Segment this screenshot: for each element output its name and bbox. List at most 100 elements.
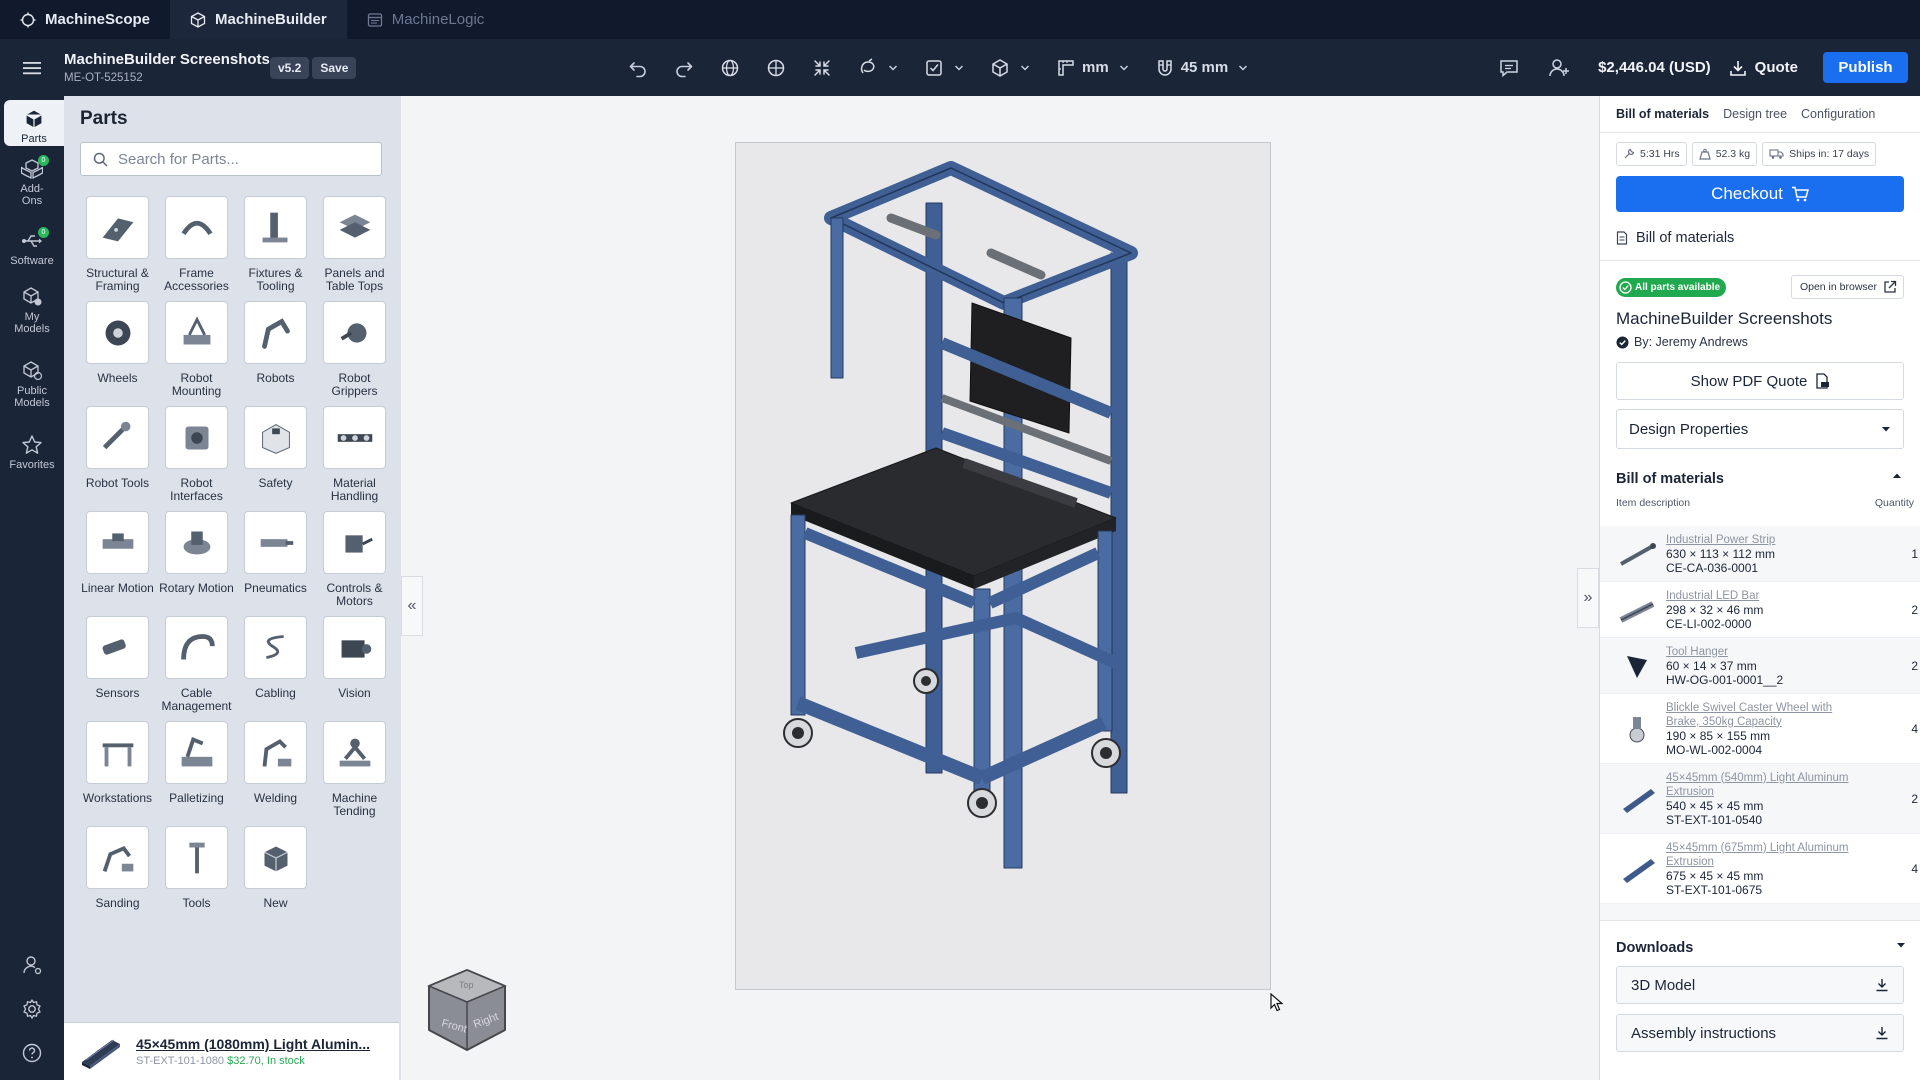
category-tile[interactable] <box>86 511 149 574</box>
category-linear-actuator[interactable]: Linear Motion <box>78 511 157 616</box>
category-frame-accessory[interactable]: Frame Accessories <box>157 196 236 301</box>
downloads-header[interactable]: Downloads <box>1600 921 1920 956</box>
measure-button[interactable] <box>858 39 898 96</box>
category-tile[interactable] <box>323 511 386 574</box>
category-rotary-table[interactable]: Rotary Motion <box>157 511 236 616</box>
3d-viewport[interactable]: « » Front Right Top <box>401 96 1599 1080</box>
category-new-box[interactable]: New <box>236 826 315 931</box>
bom-item-name[interactable]: 45×45mm (675mm) Light Aluminum Extrusion <box>1666 841 1866 869</box>
category-robot-interface[interactable]: Robot Interfaces <box>157 406 236 511</box>
comment-icon[interactable] <box>1498 57 1520 79</box>
category-robot-arm[interactable]: Robots <box>236 301 315 406</box>
view-cube-icon[interactable]: Front Right Top <box>423 966 511 1054</box>
category-tile[interactable] <box>323 196 386 259</box>
category-tile[interactable] <box>86 721 149 784</box>
tab-machinelogic[interactable]: MachineLogic <box>347 0 505 39</box>
category-cable-chain[interactable]: Cable Management <box>157 616 236 721</box>
rotate-view-button[interactable] <box>720 39 740 96</box>
bom-row[interactable]: Tool Hanger 60 × 14 × 37 mm HW-OG-001-0001… <box>1600 638 1920 694</box>
version-badge[interactable]: v5.2 <box>270 56 310 79</box>
category-tools[interactable]: Tools <box>157 826 236 931</box>
workstation-model-render[interactable] <box>736 143 1272 991</box>
category-tile[interactable] <box>244 721 307 784</box>
settings-button[interactable] <box>0 998 64 1020</box>
category-tile[interactable] <box>165 301 228 364</box>
category-tile[interactable] <box>86 301 149 364</box>
tab-machinescope[interactable]: MachineScope <box>0 0 170 39</box>
download-assembly-button[interactable]: Assembly instructions <box>1616 1014 1904 1052</box>
category-fixture[interactable]: Fixtures & Tooling <box>236 196 315 301</box>
category-machine-tending[interactable]: Machine Tending <box>315 721 394 826</box>
checkout-button[interactable]: Checkout <box>1616 176 1904 212</box>
category-tile[interactable] <box>86 406 149 469</box>
category-tile[interactable] <box>323 721 386 784</box>
download-3d-model-button[interactable]: 3D Model <box>1616 966 1904 1004</box>
open-in-browser-button[interactable]: Open in browser <box>1790 275 1904 299</box>
category-tile[interactable] <box>244 196 307 259</box>
category-pneumatic-cylinder[interactable]: Pneumatics <box>236 511 315 616</box>
menu-button[interactable] <box>0 39 64 96</box>
category-workbench[interactable]: Workstations <box>78 721 157 826</box>
category-tile[interactable] <box>244 826 307 889</box>
view-cube[interactable]: Front Right Top <box>423 966 511 1054</box>
view-mode-button[interactable] <box>990 39 1030 96</box>
undo-button[interactable] <box>628 39 648 96</box>
category-tile[interactable] <box>244 301 307 364</box>
category-robot-mount[interactable]: Robot Mounting <box>157 301 236 406</box>
tab-design-tree[interactable]: Design tree <box>1723 107 1787 132</box>
bom-item-name[interactable]: 45×45mm (540mm) Light Aluminum Extrusion <box>1666 771 1866 799</box>
rail-favorites[interactable]: Favorites <box>0 426 64 486</box>
redo-button[interactable] <box>674 39 694 96</box>
bom-row[interactable]: Industrial Power Strip 630 × 113 × 112 mm… <box>1600 526 1920 582</box>
design-properties-dropdown[interactable]: Design Properties <box>1616 409 1904 449</box>
category-conveyor[interactable]: Material Handling <box>315 406 394 511</box>
bom-row[interactable]: Industrial LED Bar 298 × 32 × 46 mm CE-LI-… <box>1600 582 1920 638</box>
account-button[interactable] <box>0 954 64 976</box>
category-tile[interactable] <box>323 406 386 469</box>
category-tile[interactable] <box>86 826 149 889</box>
show-pdf-quote-button[interactable]: Show PDF Quote <box>1616 362 1904 400</box>
pan-view-button[interactable] <box>766 39 786 96</box>
bom-row[interactable]: 45×45mm (540mm) Light Aluminum Extrusion… <box>1600 764 1920 834</box>
category-sanding-robot[interactable]: Sanding <box>78 826 157 931</box>
rail-my-models[interactable]: My Models <box>0 278 64 352</box>
view-cube-top-label[interactable]: Top <box>459 980 474 990</box>
render-canvas[interactable] <box>735 142 1271 990</box>
category-panel-stack[interactable]: Panels and Table Tops <box>315 196 394 301</box>
category-pallet[interactable]: Palletizing <box>157 721 236 826</box>
fit-view-button[interactable] <box>812 39 832 96</box>
expand-right-panel-button[interactable]: » <box>1577 568 1599 628</box>
bom-item-name[interactable]: Industrial LED Bar <box>1666 589 1866 603</box>
bom-item-name[interactable]: Tool Hanger <box>1666 645 1866 659</box>
rail-public-models[interactable]: Public Models <box>0 352 64 426</box>
tab-bill-of-materials[interactable]: Bill of materials <box>1616 107 1709 132</box>
category-tile[interactable] <box>165 406 228 469</box>
save-button[interactable]: Save <box>312 56 357 79</box>
category-cable[interactable]: Cabling <box>236 616 315 721</box>
category-tile[interactable] <box>244 511 307 574</box>
category-tile[interactable] <box>165 826 228 889</box>
snap-select[interactable]: 45 mm <box>1155 39 1249 96</box>
category-tile[interactable] <box>165 721 228 784</box>
category-tile[interactable] <box>244 406 307 469</box>
category-tile[interactable] <box>323 616 386 679</box>
collapse-left-panel-button[interactable]: « <box>401 576 423 636</box>
category-bracket[interactable]: Structural & Framing <box>78 196 157 301</box>
selected-part-name[interactable]: 45×45mm (1080mm) Light Alumin... <box>136 1036 370 1052</box>
rail-parts[interactable]: Parts <box>4 100 64 146</box>
add-user-icon[interactable] <box>1548 57 1570 79</box>
category-tile[interactable] <box>165 616 228 679</box>
category-tile[interactable] <box>323 301 386 364</box>
category-tile[interactable] <box>165 511 228 574</box>
tab-machinebuilder[interactable]: MachineBuilder <box>170 0 347 39</box>
bom-header[interactable]: Bill of materials <box>1600 449 1920 487</box>
category-wheel[interactable]: Wheels <box>78 301 157 406</box>
help-button[interactable] <box>0 1042 64 1064</box>
search-input[interactable]: Search for Parts... <box>80 142 382 176</box>
bom-row[interactable]: 45×45mm (675mm) Light Aluminum Extrusion… <box>1600 834 1920 904</box>
category-tile[interactable] <box>244 616 307 679</box>
category-camera[interactable]: Vision <box>315 616 394 721</box>
rail-software[interactable]: 0 Software <box>0 222 64 278</box>
bom-item-name[interactable]: Industrial Power Strip <box>1666 533 1866 547</box>
category-sensor[interactable]: Sensors <box>78 616 157 721</box>
